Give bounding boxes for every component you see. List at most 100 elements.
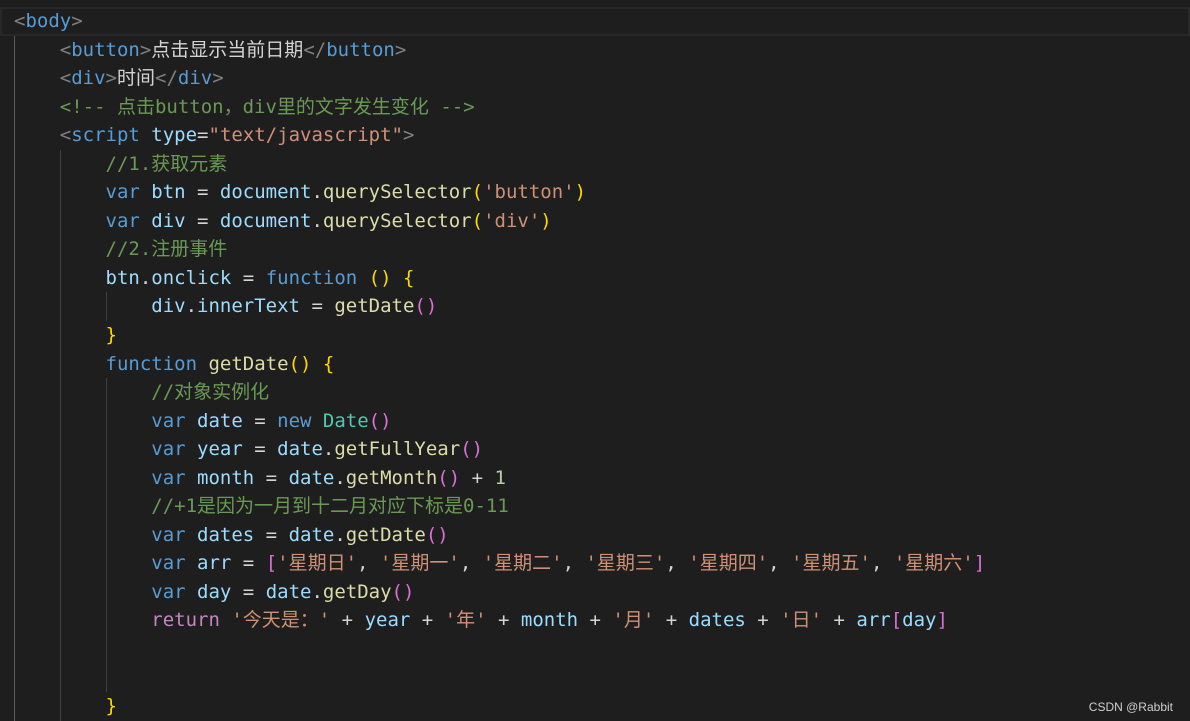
indent-guide [59,206,61,236]
code-line[interactable]: var div = document.querySelector('div') [0,206,1190,236]
text-token: . [311,209,323,232]
number-token: 1 [494,466,506,489]
variable-token: date [265,580,312,603]
code-line[interactable]: var month = date.getMonth() + 1 [0,463,1190,493]
code-line[interactable] [0,635,1190,664]
code-line[interactable]: //2.注册事件 [0,235,1190,264]
variable-token: btn [105,266,140,289]
indent-guide [59,606,61,636]
string-token: '星期一' [379,552,460,575]
comment-token: <!-- 点击button，div里的文字发生变化 --> [59,95,475,118]
code-line-content: function getDate() { [106,350,335,379]
text-token: . [311,181,323,204]
code-line[interactable]: //1.获取元素 [0,149,1190,179]
variable-token: month [197,466,255,489]
code-line[interactable]: <div>时间</div> [0,64,1190,93]
indent-guide [14,263,15,293]
tag-bracket-token: < [59,124,72,147]
indent-guide [14,121,15,150]
function-token: querySelector [322,181,472,204]
indent-guide [105,378,107,407]
code-line[interactable]: //+1是因为一月到十二月对应下标是0-11 [0,492,1190,521]
tag-bracket-token: > [71,10,83,32]
code-line[interactable]: var year = date.getFullYear() [0,435,1190,464]
string-token: '星期二' [482,552,563,575]
code-line-content: <body> [14,7,83,36]
text-token: , [459,552,483,575]
indent-guide [59,463,61,493]
code-line[interactable]: btn.onclick = function () { [0,263,1190,293]
code-line[interactable]: var arr = ['星期日', '星期一', '星期二', '星期三', '… [0,549,1190,578]
text-token: + [654,609,689,632]
function-token: getMonth [345,466,438,489]
indent-guide [14,378,15,407]
indent-guide [59,549,61,578]
indent-guide [14,178,15,207]
indent-guide [14,435,15,464]
text-token: + [486,609,521,632]
code-line-content: <!-- 点击button，div里的文字发生变化 --> [60,93,475,122]
code-line[interactable]: <body> [0,7,1190,36]
code-line-content: var year = date.getFullYear() [151,435,483,464]
keyword-token: var [151,552,198,575]
bracket-token: () [391,580,415,603]
variable-token: year [364,609,411,632]
code-line-content: return '今天是：' + year + '年' + month + '月'… [151,606,948,635]
text-token: . [185,295,198,318]
code-line[interactable]: //对象实例化 [0,378,1190,407]
tag-bracket-token: < [14,10,26,32]
text-token: . [334,466,346,489]
code-line[interactable]: <!-- 点击button，div里的文字发生变化 --> [0,92,1190,122]
code-line[interactable]: } [0,692,1190,721]
string-token: '今天是：' [231,609,331,632]
indent-guide [14,292,15,322]
variable-token: arr [197,552,232,575]
code-line[interactable]: var date = new Date() [0,406,1190,436]
variable-token: date [288,466,335,489]
text-token: . [334,523,346,546]
variable-token: type [151,124,198,147]
code-line-content: //1.获取元素 [106,150,228,179]
indent-guide [14,64,15,93]
code-line[interactable]: div.innerText = getDate() [0,292,1190,322]
text-token: = [254,466,289,489]
comment-token: //+1是因为一月到十二月对应下标是0-11 [151,495,509,518]
code-line[interactable]: function getDate() { [0,349,1190,379]
text-token: + [822,609,857,632]
indent-guide [105,520,107,550]
bracket-token: } [105,695,117,718]
keyword-token: button [326,38,395,61]
text-token: = [197,124,209,147]
code-line[interactable]: var btn = document.querySelector('button… [0,178,1190,207]
code-editor[interactable]: <body> <button>点击显示当前日期</button> <div>时间</… [0,7,1190,721]
tag-bracket-token: </ [155,67,178,90]
variable-token: div [151,295,186,318]
text-token: = [242,409,278,432]
code-line[interactable]: <script type="text/javascript"> [0,121,1190,150]
code-line-content: <button>点击显示当前日期</button> [60,36,407,65]
string-token: '星期四' [688,552,769,575]
variable-token: day [197,580,232,603]
indent-guide [14,663,15,693]
comment-token: //1.获取元素 [105,152,228,175]
keyword-token: var [151,409,198,432]
code-line[interactable]: return '今天是：' + year + '年' + month + '月'… [0,606,1190,636]
watermark: CSDN @Rabbit [1088,700,1173,714]
text-token: . [139,266,152,289]
code-line-content: var arr = ['星期日', '星期一', '星期二', '星期三', '… [151,549,985,578]
bracket-token: () [368,409,392,432]
indent-guide [59,149,61,179]
code-line[interactable]: } [0,321,1190,350]
indent-guide [14,492,15,521]
tag-bracket-token: < [59,38,72,61]
code-line-content: //+1是因为一月到十二月对应下标是0-11 [151,492,509,521]
text-token: = [231,266,266,289]
function-token: querySelector [322,209,472,232]
text-token: , [665,552,689,575]
code-line[interactable]: var dates = date.getDate() [0,520,1190,550]
code-line[interactable]: var day = date.getDay() [0,577,1190,607]
code-line[interactable]: <button>点击显示当前日期</button> [0,35,1190,65]
code-line-content: var month = date.getMonth() + 1 [151,464,506,493]
code-line[interactable] [0,663,1190,693]
text-token: . [322,438,335,461]
